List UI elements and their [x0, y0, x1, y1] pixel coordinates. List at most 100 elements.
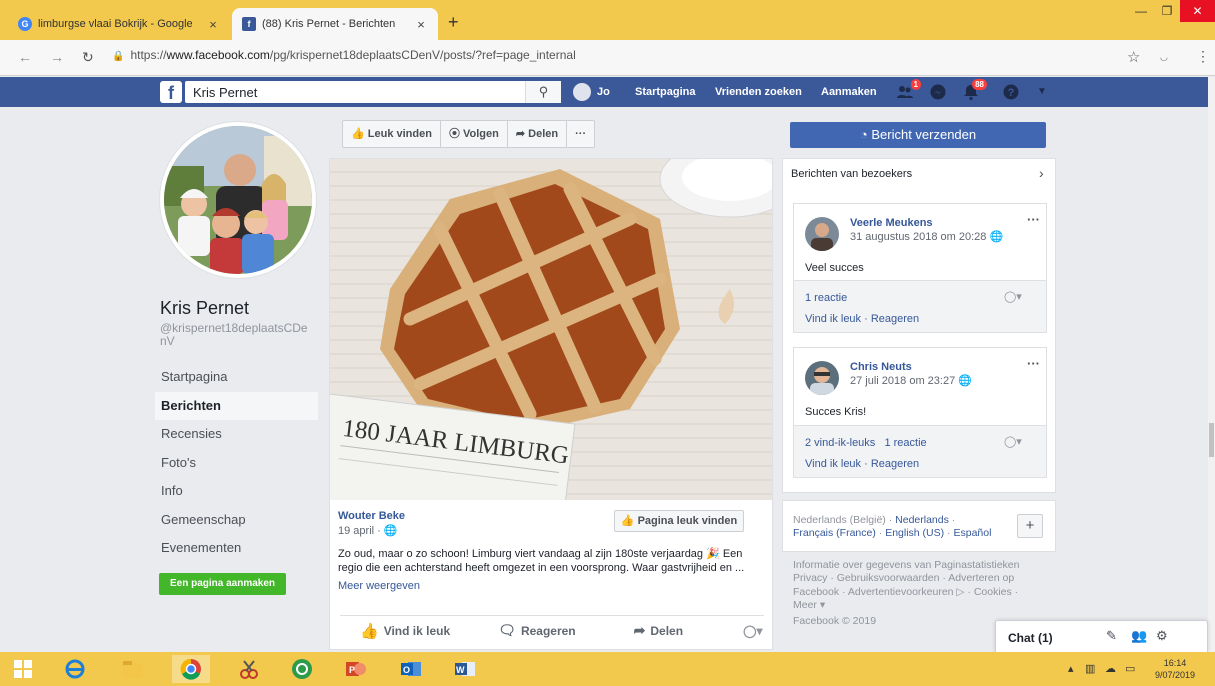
scrollbar-thumb[interactable]	[1209, 423, 1214, 457]
sidenav-item-gemeenschap[interactable]: Gemeenschap	[155, 506, 318, 535]
sidenav-item-fotos[interactable]: Foto's	[155, 449, 318, 478]
visitor-actions[interactable]: Vind ik leuk · Reageren	[805, 458, 919, 470]
browser-tab-google[interactable]: G limburgse vlaai Bokrijk - Google ×	[8, 8, 230, 40]
send-message-button[interactable]: ◔ Bericht verzenden	[790, 122, 1046, 148]
lock-icon: 🔒	[112, 51, 125, 62]
follow-button[interactable]: ⦿ Volgen	[441, 121, 508, 147]
svg-text:O: O	[403, 665, 410, 675]
bookmark-star-icon[interactable]: ☆	[1127, 48, 1140, 66]
tray-chevron-icon[interactable]: ▴	[1068, 662, 1074, 675]
minimize-button[interactable]: —	[1128, 0, 1154, 22]
chat-bar[interactable]: Chat (1) ✎ 👥 ⚙	[995, 620, 1208, 652]
browser-tab-facebook[interactable]: f (88) Kris Pernet - Berichten ×	[232, 8, 438, 40]
account-menu-icon[interactable]: ▼	[1033, 83, 1051, 101]
close-window-button[interactable]: ✕	[1180, 0, 1215, 22]
language-link[interactable]: Nederlands	[895, 514, 949, 526]
windows-start-icon[interactable]	[4, 655, 42, 683]
chevron-right-icon[interactable]: ›	[1039, 165, 1044, 181]
file-explorer-icon[interactable]	[114, 655, 152, 683]
tab-title: (88) Kris Pernet - Berichten	[262, 18, 396, 30]
visitor-date[interactable]: 27 juli 2018 om 23:27 🌐	[850, 374, 972, 387]
post-photo[interactable]: 180 JAAR LIMBURG	[330, 159, 772, 500]
battery-icon[interactable]: ▭	[1125, 662, 1135, 675]
post-author[interactable]: Wouter Beke	[338, 510, 405, 522]
visitor-actions[interactable]: Vind ik leuk · Reageren	[805, 313, 919, 325]
browser-tab-strip: G limburgse vlaai Bokrijk - Google × f (…	[0, 0, 1215, 40]
sidenav-item-startpagina[interactable]: Startpagina	[155, 363, 318, 392]
close-icon[interactable]: ×	[414, 17, 428, 32]
internet-explorer-icon[interactable]	[56, 655, 94, 683]
chrome-icon[interactable]	[172, 655, 210, 683]
more-options-icon[interactable]: ···	[1027, 356, 1040, 371]
powerpoint-icon[interactable]: P	[337, 655, 375, 683]
notifications-icon[interactable]: 88	[962, 79, 987, 101]
friend-requests-icon[interactable]: 1	[896, 79, 921, 101]
help-icon[interactable]: ?	[1002, 83, 1020, 101]
visitor-posts-title[interactable]: Berichten van bezoekers	[791, 168, 912, 180]
back-icon[interactable]: ←	[18, 49, 32, 65]
post-share-button[interactable]: ➦ Delen	[634, 622, 683, 639]
more-options-button[interactable]: ···	[567, 121, 594, 147]
sidenav-item-berichten[interactable]: Berichten	[155, 391, 318, 420]
visitor-date[interactable]: 31 augustus 2018 om 20:28 🌐	[850, 230, 1003, 243]
nav-find-friends[interactable]: Vrienden zoeken	[715, 86, 802, 98]
close-icon[interactable]: ×	[206, 17, 220, 32]
search-icon[interactable]: ⚲	[525, 81, 561, 103]
compose-icon[interactable]: ✎	[1106, 628, 1117, 644]
facebook-logo-icon[interactable]: f	[160, 81, 182, 103]
tab-title: limburgse vlaai Bokrijk - Google	[38, 18, 193, 30]
like-page-button-post[interactable]: 👍 Pagina leuk vinden	[614, 510, 744, 532]
more-options-icon[interactable]: ···	[1027, 212, 1040, 227]
visitor-name[interactable]: Veerle Meukens	[850, 217, 933, 229]
reaction-selector-icon[interactable]: ◯▾	[1004, 435, 1022, 448]
snipping-tool-icon[interactable]	[230, 655, 268, 683]
language-link[interactable]: English (US)	[885, 527, 944, 539]
avatar[interactable]	[805, 217, 839, 251]
avatar[interactable]	[805, 361, 839, 395]
search-input[interactable]	[185, 81, 561, 103]
maximize-button[interactable]: ❐	[1154, 0, 1180, 22]
sidenav-item-evenementen[interactable]: Evenementen	[155, 534, 318, 563]
share-page-button[interactable]: ➦ Delen	[508, 121, 568, 147]
forward-icon[interactable]: →	[50, 49, 64, 65]
page-handle[interactable]: @krispernet18deplaatsCDenV	[160, 322, 310, 348]
language-link[interactable]: Español	[953, 527, 991, 539]
create-page-button[interactable]: Een pagina aanmaken	[159, 573, 286, 595]
page-scrollbar[interactable]	[1208, 77, 1215, 652]
sidenav-item-info[interactable]: Info	[155, 477, 318, 506]
sidenav-item-recensies[interactable]: Recensies	[155, 420, 318, 449]
reaction-selector-icon[interactable]: ◯▾	[1004, 290, 1022, 303]
messenger-icon[interactable]	[929, 83, 947, 101]
nav-create[interactable]: Aanmaken	[821, 86, 877, 98]
reaction-selector-icon[interactable]: ◯▾	[743, 624, 762, 638]
post-date[interactable]: 19 april · 🌐	[338, 524, 398, 537]
gear-icon[interactable]: ⚙	[1156, 628, 1168, 644]
visitor-stats[interactable]: 2 vind-ik-leuks 1 reactie	[805, 437, 927, 449]
recycle-app-icon[interactable]	[283, 655, 321, 683]
footer-links[interactable]: Informatie over gegevens van Paginastati…	[793, 559, 1043, 612]
see-more-link[interactable]: Meer weergeven	[338, 580, 420, 592]
post-like-button[interactable]: 👍 Vind ik leuk	[360, 622, 450, 640]
visitor-stats[interactable]: 1 reactie	[805, 292, 847, 304]
network-icon[interactable]: ▥	[1085, 662, 1095, 675]
profile-picture[interactable]	[160, 122, 316, 278]
browser-menu-icon[interactable]: ⋮	[1196, 48, 1210, 65]
add-language-button[interactable]: +	[1017, 514, 1043, 538]
group-icon[interactable]: 👥	[1131, 628, 1147, 644]
svg-text:P: P	[349, 665, 355, 675]
like-page-button[interactable]: 👍 Leuk vinden	[343, 121, 441, 147]
language-link[interactable]: Français (France)	[793, 527, 876, 539]
profile-link[interactable]: Jo	[573, 83, 610, 101]
cloud-icon[interactable]: ☁	[1105, 662, 1116, 675]
new-tab-button[interactable]: +	[448, 12, 459, 33]
url-field[interactable]: 🔒 https://www.facebook.com/pg/krispernet1…	[112, 48, 576, 62]
reload-icon[interactable]: ↻	[82, 49, 94, 66]
outlook-icon[interactable]: O	[392, 655, 430, 683]
visitor-name[interactable]: Chris Neuts	[850, 361, 912, 373]
word-icon[interactable]: W	[446, 655, 484, 683]
extension-icon[interactable]: ◡	[1160, 52, 1168, 63]
nav-home[interactable]: Startpagina	[635, 86, 696, 98]
notifications-badge: 88	[972, 79, 987, 90]
post-comment-button[interactable]: 🗨 Reageren	[498, 622, 575, 639]
clock[interactable]: 16:14 9/07/2019	[1155, 657, 1195, 681]
